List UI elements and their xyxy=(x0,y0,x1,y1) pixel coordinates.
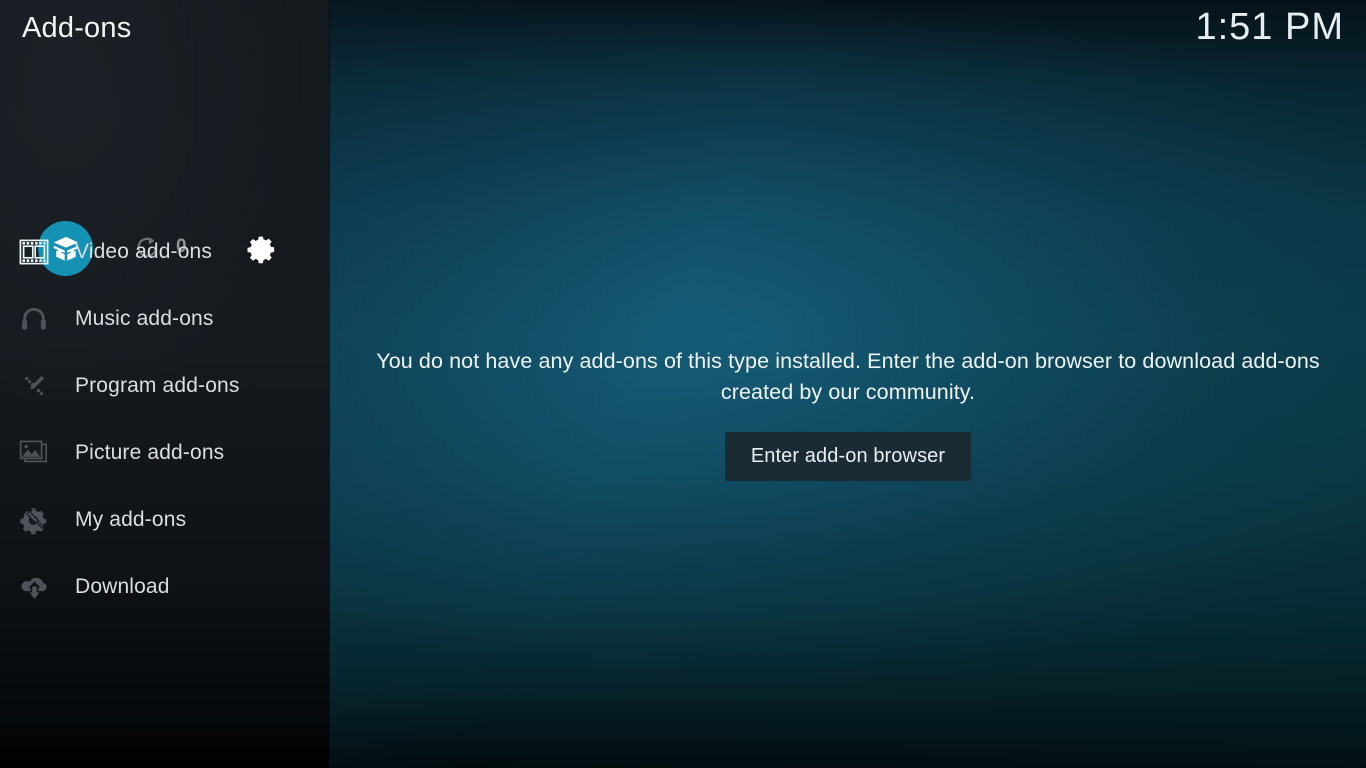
sidebar-item-program-addons[interactable]: Program add-ons xyxy=(0,352,330,419)
sidebar-item-label: Music add-ons xyxy=(75,306,214,330)
sidebar-item-my-addons[interactable]: My add-ons xyxy=(0,486,330,553)
pencil-wrench-icon xyxy=(16,369,52,403)
sidebar-item-label: My add-ons xyxy=(75,507,187,531)
gear-screwdriver-icon xyxy=(16,503,52,537)
page-title: Add-ons xyxy=(22,12,132,44)
clock: 1:51 PM xyxy=(1195,6,1344,48)
sidebar-item-picture-addons[interactable]: Picture add-ons xyxy=(0,419,330,486)
enter-addon-browser-button[interactable]: Enter add-on browser xyxy=(725,432,971,481)
sidebar-item-label: Program add-ons xyxy=(75,373,240,397)
sidebar-menu: Video add-ons Music add-ons Program add-… xyxy=(0,218,330,620)
sidebar-item-video-addons[interactable]: Video add-ons xyxy=(0,218,330,285)
kodi-addons-screen: Add-ons 0 Video add-ons Music add-ons Pr… xyxy=(0,0,1366,768)
sidebar-item-label: Picture add-ons xyxy=(75,440,225,464)
sidebar-item-download[interactable]: Download xyxy=(0,553,330,620)
addon-control-row: 0 xyxy=(0,110,330,276)
empty-state-message: You do not have any add-ons of this type… xyxy=(376,349,1320,404)
sidebar-item-label: Video add-ons xyxy=(75,239,213,263)
sidebar: Add-ons 0 Video add-ons Music add-ons Pr… xyxy=(0,0,330,768)
filmstrip-icon xyxy=(16,235,52,269)
picture-frame-icon xyxy=(16,436,52,470)
sidebar-item-label: Download xyxy=(75,574,170,598)
sidebar-item-music-addons[interactable]: Music add-ons xyxy=(0,285,330,352)
cloud-download-icon xyxy=(16,570,52,604)
empty-state-panel: You do not have any add-ons of this type… xyxy=(330,346,1366,481)
headphones-icon xyxy=(16,302,52,336)
main-content: 1:51 PM You do not have any add-ons of t… xyxy=(330,0,1366,768)
